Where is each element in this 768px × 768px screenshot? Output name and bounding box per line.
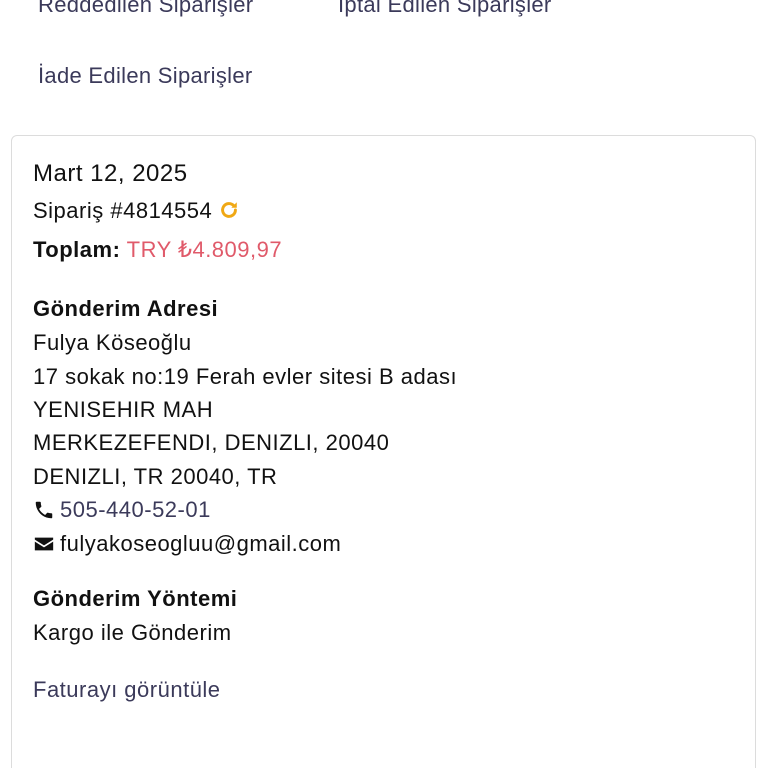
phone-link[interactable]: 505-440-52-01 <box>60 497 211 523</box>
address-line-2: YENISEHIR MAH <box>33 397 214 422</box>
total-label: Toplam: <box>33 237 121 262</box>
email-row: fulyakoseogluu@gmail.com <box>33 531 341 557</box>
shipping-method-title: Gönderim Yöntemi <box>33 586 238 611</box>
shipping-method-value: Kargo ile Gönderim <box>33 620 232 645</box>
recipient-name: Fulya Köseoğlu <box>33 330 192 355</box>
order-number: Sipariş #4814554 <box>33 198 213 223</box>
order-number-row: Sipariş #4814554 <box>33 198 240 224</box>
phone-icon <box>35 501 53 519</box>
total-value: TRY ₺4.809,97 <box>126 237 283 262</box>
order-total-row: Toplam: TRY ₺4.809,97 <box>33 237 282 263</box>
refresh-icon[interactable] <box>218 199 240 221</box>
filter-cancelled-orders[interactable]: İptal Edilen Siparişler <box>338 0 552 18</box>
email-address: fulyakoseogluu@gmail.com <box>60 531 342 556</box>
order-history-page: Reddedilen Siparişler İptal Edilen Sipar… <box>0 0 768 768</box>
address-line-4: DENIZLI, TR 20040, TR <box>33 464 278 489</box>
filter-returned-orders[interactable]: İade Edilen Siparişler <box>38 63 253 89</box>
order-card: Mart 12, 2025 Sipariş #4814554 Toplam: T… <box>11 135 756 768</box>
view-invoice-link[interactable]: Faturayı görüntüle <box>33 677 221 703</box>
address-line-3: MERKEZEFENDI, DENIZLI, 20040 <box>33 430 390 455</box>
envelope-icon <box>34 537 54 551</box>
order-date: Mart 12, 2025 <box>33 160 188 187</box>
phone-row: 505-440-52-01 <box>33 497 211 523</box>
filter-rejected-orders[interactable]: Reddedilen Siparişler <box>38 0 253 18</box>
address-line-1: 17 sokak no:19 Ferah evler sitesi B adas… <box>33 364 458 389</box>
shipping-address-title: Gönderim Adresi <box>33 296 219 321</box>
